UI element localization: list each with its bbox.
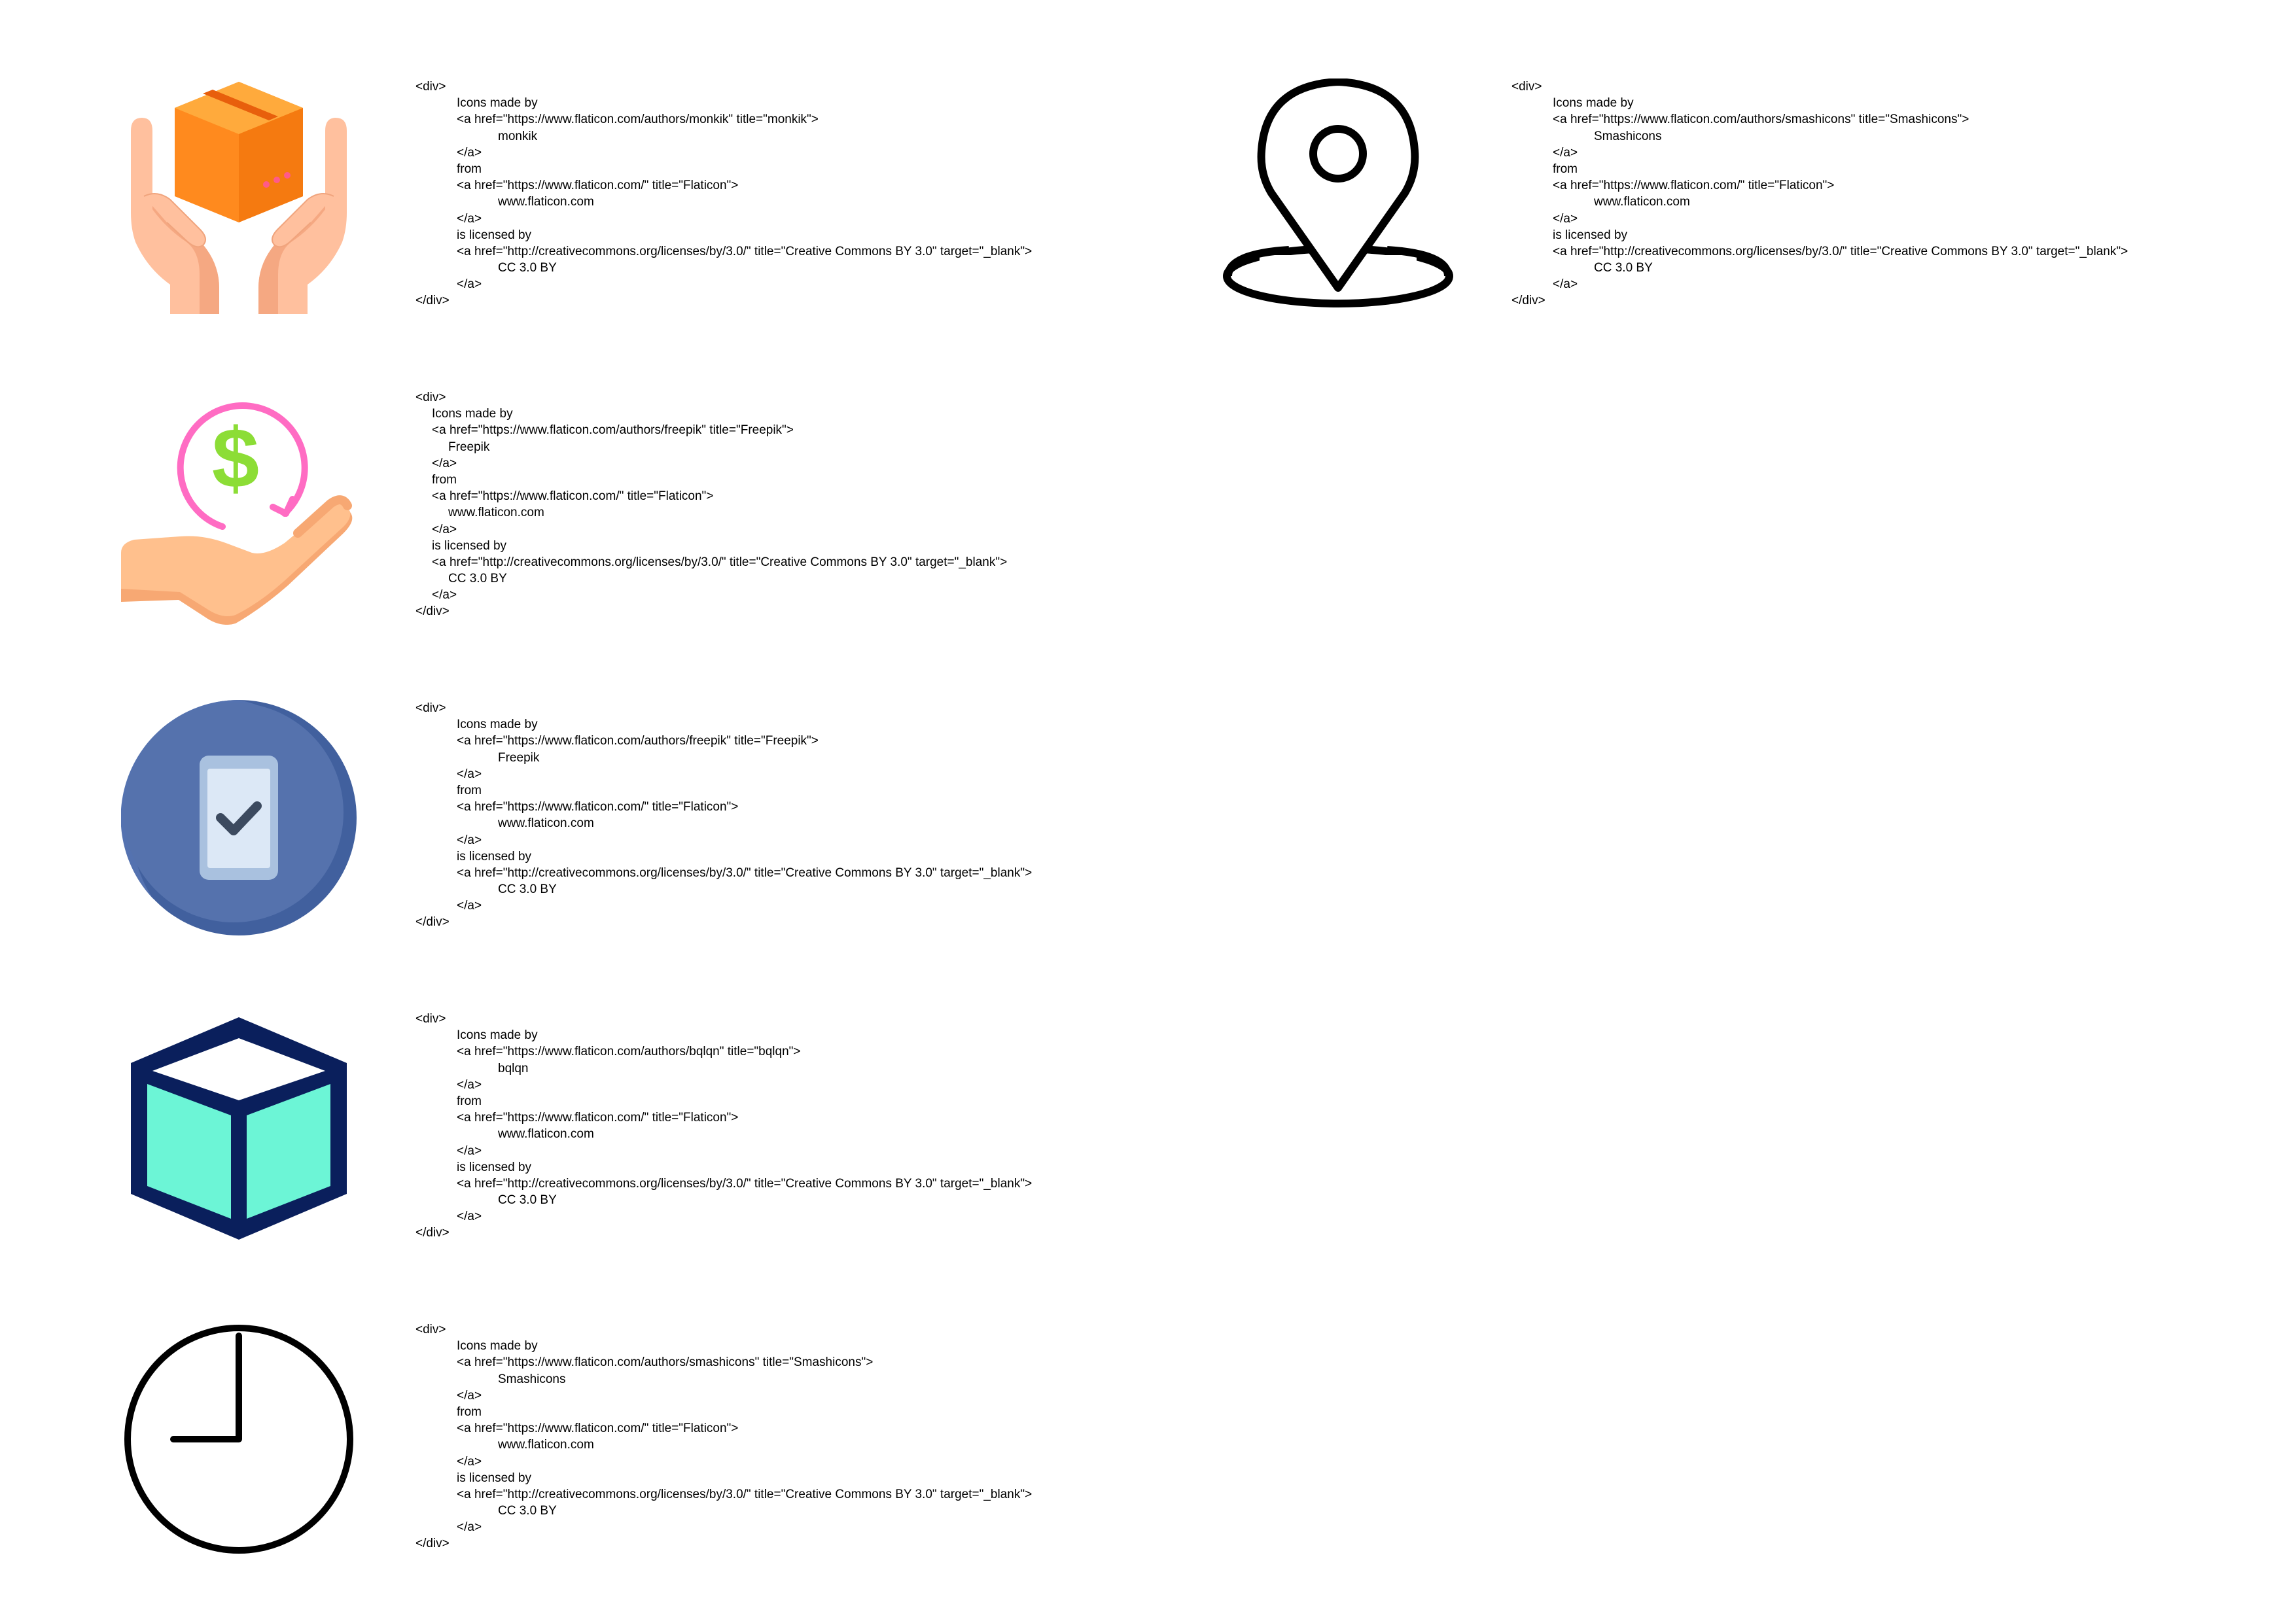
author-link-close-tag: </a>	[457, 145, 482, 160]
icons-made-by-text: Icons made by	[457, 1339, 538, 1353]
author-link-close-tag: </a>	[1553, 145, 1578, 160]
attribution-block-freepik-mobile: <div> Icons made by <a href="https://www.f…	[415, 700, 1032, 931]
is-licensed-by-text: is licensed by	[457, 1160, 532, 1174]
author-link-open-tag: <a href="https://www.flaticon.com/author…	[457, 1045, 801, 1059]
author-link-close-tag: </a>	[457, 1077, 482, 1092]
license-link-open-tag: <a href="http://creativecommons.org/lice…	[457, 1487, 1033, 1501]
from-text: from	[457, 1094, 482, 1108]
icons-made-by-text: Icons made by	[1553, 96, 1634, 111]
flaticon-site-link[interactable]: www.flaticon.com	[415, 815, 1032, 831]
div-open-tag: <div>	[415, 701, 446, 715]
is-licensed-by-text: is licensed by	[457, 1471, 532, 1485]
author-link-open-tag: <a href="https://www.flaticon.com/author…	[457, 1355, 874, 1370]
div-open-tag: <div>	[415, 1323, 446, 1336]
svg-text:$: $	[212, 410, 259, 506]
flaticon-site-link[interactable]: www.flaticon.com	[415, 504, 1007, 521]
license-link-open-tag: <a href="http://creativecommons.org/lice…	[457, 244, 1033, 258]
author-name-link[interactable]: Smashicons	[1511, 128, 2128, 145]
div-open-tag: <div>	[1511, 80, 1542, 94]
author-name-link[interactable]: Smashicons	[415, 1371, 1032, 1387]
license-link-close-tag: </a>	[432, 588, 457, 602]
flaticon-link-open-tag: <a href="https://www.flaticon.com/" titl…	[1553, 179, 1835, 193]
flaticon-link-close-tag: </a>	[457, 833, 482, 847]
div-close-tag: </div>	[415, 915, 450, 930]
attribution-block-smashicons-clock: <div> Icons made by <a href="https://www.f…	[415, 1321, 1032, 1552]
license-name-link[interactable]: CC 3.0 BY	[415, 1192, 1032, 1208]
clock-icon	[121, 1321, 357, 1557]
license-name-link[interactable]: CC 3.0 BY	[415, 881, 1032, 898]
mobile-check-icon	[121, 700, 357, 935]
flaticon-link-close-tag: </a>	[457, 211, 482, 226]
author-link-open-tag: <a href="https://www.flaticon.com/author…	[457, 734, 819, 748]
flaticon-site-link[interactable]: www.flaticon.com	[415, 194, 1032, 210]
cube-icon	[121, 1011, 357, 1246]
flaticon-site-link[interactable]: www.flaticon.com	[415, 1126, 1032, 1142]
icons-made-by-text: Icons made by	[457, 718, 538, 732]
attribution-block-freepik-refund: <div> Icons made by <a href="https://www.f…	[415, 389, 1007, 620]
flaticon-link-close-tag: </a>	[457, 1143, 482, 1158]
icons-made-by-text: Icons made by	[432, 407, 513, 421]
license-link-close-tag: </a>	[457, 1210, 482, 1224]
author-link-open-tag: <a href="https://www.flaticon.com/author…	[1553, 113, 1969, 127]
license-name-link[interactable]: CC 3.0 BY	[415, 570, 1007, 587]
flaticon-link-open-tag: <a href="https://www.flaticon.com/" titl…	[457, 800, 739, 814]
flaticon-link-close-tag: </a>	[432, 522, 457, 536]
author-name-link[interactable]: Freepik	[415, 439, 1007, 455]
author-name-link[interactable]: bqlqn	[415, 1060, 1032, 1077]
license-name-link[interactable]: CC 3.0 BY	[415, 1503, 1032, 1519]
flaticon-link-close-tag: </a>	[1553, 211, 1578, 226]
from-text: from	[432, 472, 457, 487]
div-open-tag: <div>	[415, 1012, 446, 1026]
license-link-open-tag: <a href="http://creativecommons.org/lice…	[457, 865, 1033, 880]
icons-made-by-text: Icons made by	[457, 96, 538, 111]
is-licensed-by-text: is licensed by	[432, 538, 507, 553]
icons-made-by-text: Icons made by	[457, 1028, 538, 1043]
attribution-block-monkik: <div> Icons made by <a href="https://www.f…	[415, 79, 1032, 309]
author-link-close-tag: </a>	[432, 456, 457, 470]
is-licensed-by-text: is licensed by	[457, 849, 532, 864]
div-open-tag: <div>	[415, 80, 446, 94]
license-name-link[interactable]: CC 3.0 BY	[415, 260, 1032, 276]
author-link-close-tag: </a>	[457, 1388, 482, 1403]
license-link-close-tag: </a>	[457, 277, 482, 292]
from-text: from	[457, 783, 482, 797]
flaticon-link-open-tag: <a href="https://www.flaticon.com/" titl…	[457, 1111, 739, 1125]
license-link-open-tag: <a href="http://creativecommons.org/lice…	[432, 555, 1008, 569]
license-link-open-tag: <a href="http://creativecommons.org/lice…	[1553, 244, 2128, 258]
flaticon-link-open-tag: <a href="https://www.flaticon.com/" titl…	[457, 1422, 739, 1436]
location-pin-icon	[1220, 79, 1456, 314]
div-close-tag: </div>	[415, 1537, 450, 1551]
author-link-open-tag: <a href="https://www.flaticon.com/author…	[457, 113, 819, 127]
div-close-tag: </div>	[415, 294, 450, 308]
flaticon-link-close-tag: </a>	[457, 1454, 482, 1469]
from-text: from	[457, 162, 482, 176]
from-text: from	[457, 1405, 482, 1419]
license-name-link[interactable]: CC 3.0 BY	[1511, 260, 2128, 276]
license-link-open-tag: <a href="http://creativecommons.org/lice…	[457, 1176, 1033, 1191]
is-licensed-by-text: is licensed by	[457, 228, 532, 242]
license-link-close-tag: </a>	[457, 899, 482, 913]
div-close-tag: </div>	[415, 604, 450, 619]
author-link-close-tag: </a>	[457, 767, 482, 781]
refund-dollar-hand-icon: $	[121, 389, 357, 625]
attribution-block-bqlqn: <div> Icons made by <a href="https://www.f…	[415, 1011, 1032, 1242]
author-name-link[interactable]: Freepik	[415, 750, 1032, 766]
flaticon-link-open-tag: <a href="https://www.flaticon.com/" titl…	[457, 179, 739, 193]
delivery-box-hands-icon	[121, 79, 357, 314]
is-licensed-by-text: is licensed by	[1553, 228, 1628, 242]
from-text: from	[1553, 162, 1578, 176]
attribution-block-smashicons-pin: <div> Icons made by <a href="https://www.f…	[1511, 79, 2128, 309]
author-name-link[interactable]: monkik	[415, 128, 1032, 145]
div-close-tag: </div>	[415, 1226, 450, 1240]
license-link-close-tag: </a>	[1553, 277, 1578, 292]
div-close-tag: </div>	[1511, 294, 1545, 308]
flaticon-site-link[interactable]: www.flaticon.com	[1511, 194, 2128, 210]
flaticon-link-open-tag: <a href="https://www.flaticon.com/" titl…	[432, 489, 714, 504]
license-link-close-tag: </a>	[457, 1520, 482, 1535]
flaticon-site-link[interactable]: www.flaticon.com	[415, 1437, 1032, 1453]
author-link-open-tag: <a href="https://www.flaticon.com/author…	[432, 423, 794, 438]
div-open-tag: <div>	[415, 391, 446, 404]
